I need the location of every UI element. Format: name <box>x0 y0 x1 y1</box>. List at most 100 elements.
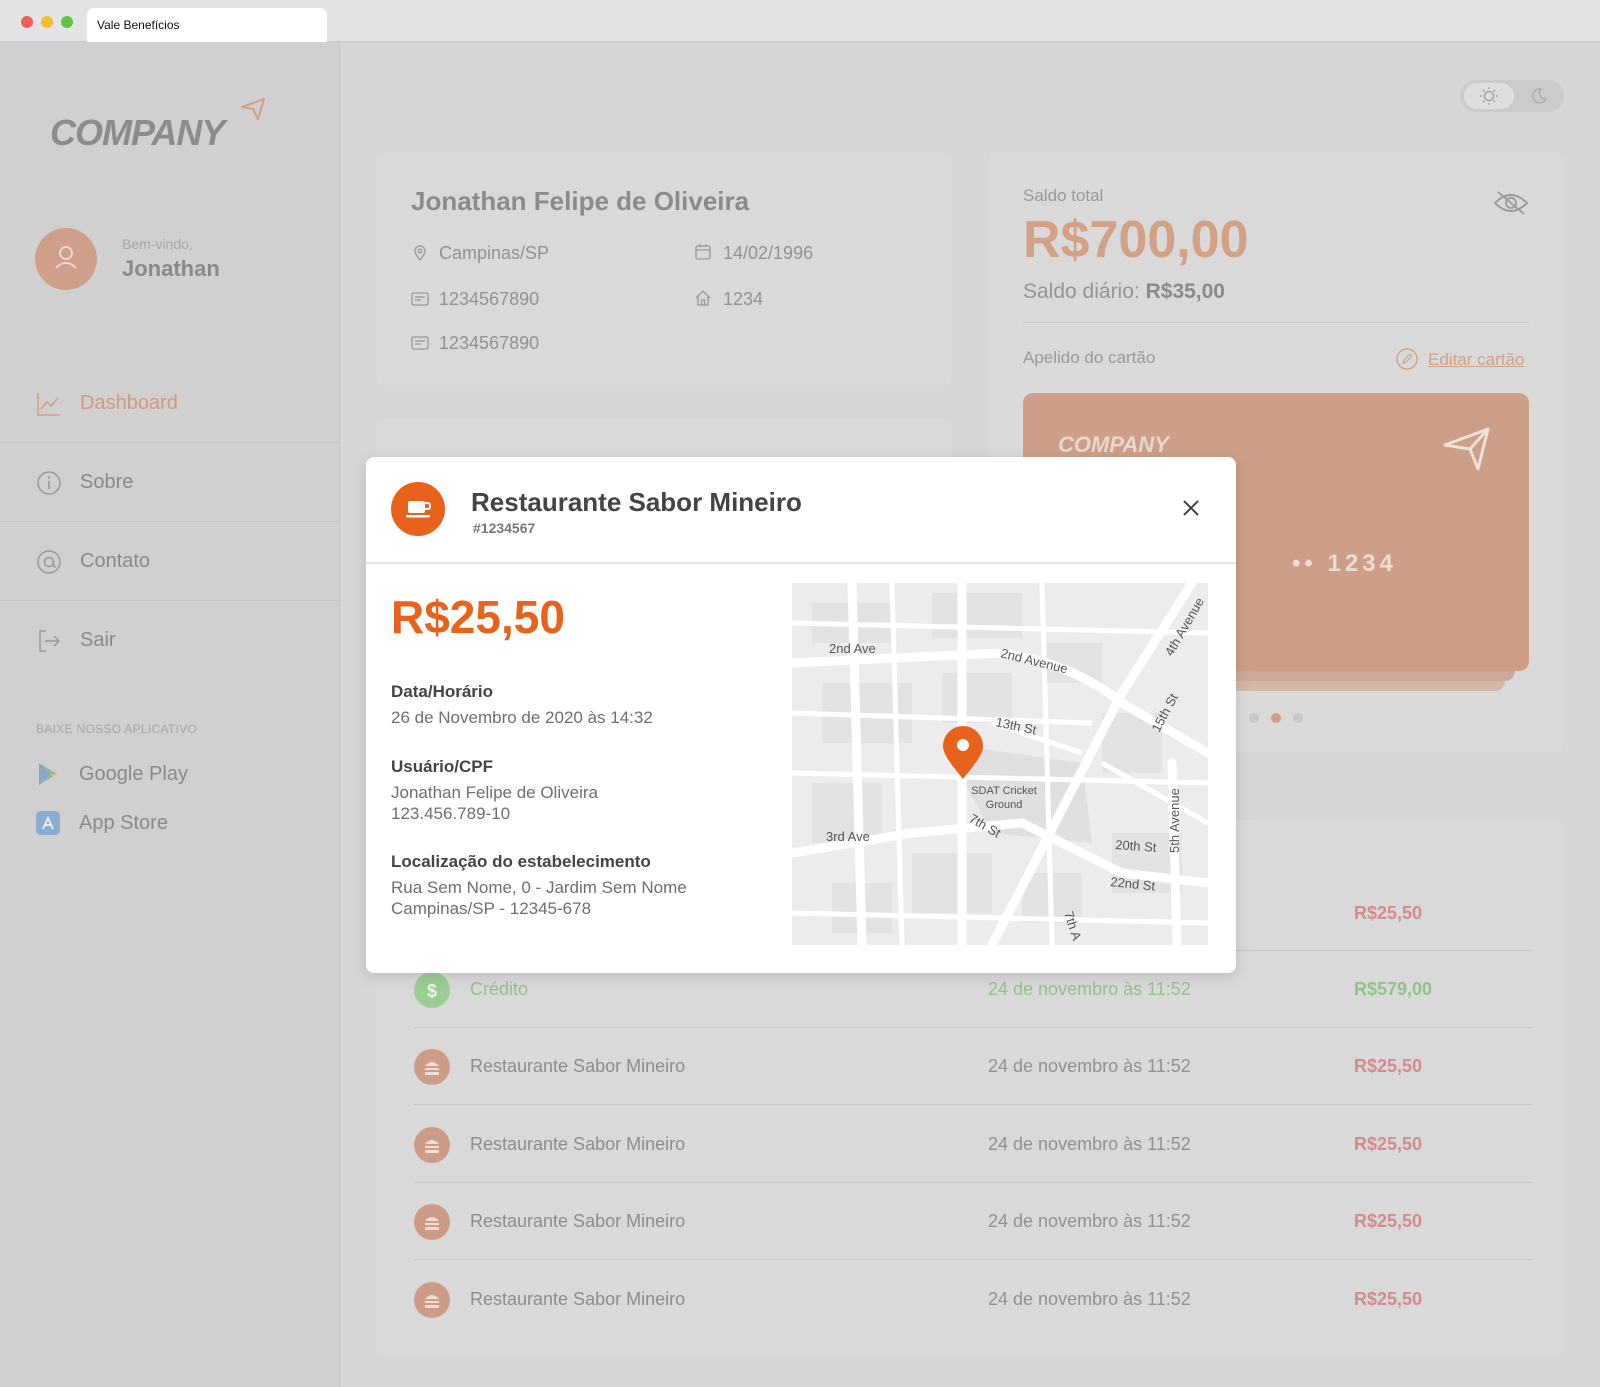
balance-divider <box>1023 322 1529 323</box>
card-number: •• 1234 <box>1292 550 1397 577</box>
coffee-cup-icon <box>391 482 445 536</box>
avatar[interactable] <box>35 228 97 290</box>
total-balance-value: R$700,00 <box>1023 211 1249 269</box>
svg-text:$: $ <box>427 981 437 1001</box>
pencil-icon[interactable] <box>1396 348 1418 370</box>
modal-title: Restaurante Sabor Mineiro <box>471 487 802 517</box>
map-street-label: 2nd Ave <box>829 641 876 656</box>
card-logo: COMPANY <box>1058 432 1169 457</box>
moon-icon[interactable] <box>1530 87 1548 105</box>
user-cpf-label: Usuário/CPF <box>391 757 494 776</box>
at-icon <box>37 550 61 574</box>
burger-icon <box>414 1282 450 1318</box>
location-map[interactable]: 2nd Ave 2nd Avenue 4th Avenue 13th St 15… <box>792 583 1208 945</box>
paper-plane-icon <box>1443 427 1490 471</box>
table-row[interactable]: Restaurante Sabor Mineiro 24 de novembro… <box>414 1184 1532 1260</box>
welcome-user-name: Jonathan <box>122 256 220 281</box>
calendar-icon <box>695 244 711 260</box>
app-store-label: App Store <box>79 812 168 834</box>
card-nickname-label: Apelido do cartão <box>1023 348 1156 367</box>
transaction-name: Crédito <box>470 979 529 999</box>
google-play-label: Google Play <box>79 763 188 785</box>
logout-icon <box>39 630 61 652</box>
profile-city: Campinas/SP <box>439 243 550 263</box>
nav-item-dashboard[interactable]: Dashboard <box>0 364 340 443</box>
dollar-icon: $ <box>414 972 450 1008</box>
modal-transaction-id: #1234567 <box>473 520 536 536</box>
carousel-dot[interactable] <box>1293 713 1303 723</box>
nav-item-sair[interactable]: Sair <box>0 601 340 680</box>
map-place-label: Ground <box>986 799 1023 811</box>
carousel-dot-active[interactable] <box>1271 713 1281 723</box>
burger-icon <box>414 1049 450 1085</box>
info-icon <box>37 471 61 495</box>
google-play-link[interactable]: Google Play <box>36 760 296 790</box>
nav-item-contato[interactable]: Contato <box>0 522 340 601</box>
welcome-text: Bem-vindo, <box>122 236 193 252</box>
transaction-date: 24 de novembro às 11:52 <box>988 1056 1191 1076</box>
transaction-date: 24 de novembro às 11:52 <box>988 1289 1191 1309</box>
profile-number: 1234 <box>723 289 764 309</box>
nav-item-label: Sair <box>80 629 116 651</box>
sidebar: COMPANY Bem-vindo, Jonathan Dashboard So… <box>0 42 340 1387</box>
transaction-detail-modal: Restaurante Sabor Mineiro #1234567 R$25,… <box>366 457 1236 973</box>
user-icon <box>55 246 77 269</box>
transaction-amount: R$25,50 <box>1354 1056 1423 1076</box>
daily-balance-label: Saldo diário: <box>1023 280 1140 303</box>
daily-balance-value: R$35,00 <box>1145 280 1225 303</box>
browser-tab[interactable]: Vale Benefícios <box>87 8 327 42</box>
nav-item-label: Sobre <box>80 471 134 493</box>
id-card-icon <box>411 292 429 306</box>
nav-item-label: Contato <box>80 550 151 572</box>
transaction-name: Restaurante Sabor Mineiro <box>470 1134 686 1154</box>
transaction-name: Restaurante Sabor Mineiro <box>470 1289 686 1309</box>
datetime-value: 26 de Novembro de 2020 às 14:32 <box>391 708 653 727</box>
map-canvas: 2nd Ave 2nd Avenue 4th Avenue 13th St 15… <box>792 583 1208 945</box>
datetime-label: Data/Horário <box>391 682 494 701</box>
table-row[interactable]: Restaurante Sabor Mineiro 24 de novembro… <box>414 1029 1532 1105</box>
map-place-label: SDAT Cricket <box>971 785 1037 797</box>
app-store-icon <box>36 811 60 835</box>
profile-name: Jonathan Felipe de Oliveira <box>411 186 750 216</box>
google-play-icon <box>39 763 57 785</box>
transaction-amount: R$25,50 <box>1354 1289 1423 1309</box>
transaction-amount: R$579,00 <box>1354 979 1433 999</box>
app-store-link[interactable]: App Store <box>36 809 296 839</box>
profile-document-2: 1234567890 <box>439 333 540 353</box>
light-mode-button[interactable] <box>1464 83 1514 109</box>
address-line-2: Campinas/SP - 12345-678 <box>391 899 592 918</box>
table-row[interactable]: Restaurante Sabor Mineiro 24 de novembro… <box>414 1262 1532 1338</box>
transaction-amount: R$25,50 <box>1354 1211 1423 1231</box>
chart-line-icon <box>37 393 60 416</box>
user-cpf-value: 123.456.789-10 <box>391 804 511 823</box>
location-label: Localização do estabelecimento <box>391 852 651 871</box>
transaction-name: Restaurante Sabor Mineiro <box>470 1211 686 1231</box>
edit-card-link[interactable]: Editar cartão <box>1428 350 1524 370</box>
modal-divider <box>366 562 1236 564</box>
nav-item-label: Dashboard <box>80 392 178 414</box>
map-street-label: 3rd Ave <box>826 829 870 844</box>
close-icon[interactable] <box>1180 497 1202 519</box>
nav-item-sobre[interactable]: Sobre <box>0 443 340 522</box>
map-street-label: 5th Avenue <box>1167 788 1182 853</box>
map-street-label: 20th St <box>1115 837 1158 855</box>
location-pin-icon <box>414 245 426 262</box>
eye-off-icon[interactable] <box>1493 189 1529 217</box>
address-line-1: Rua Sem Nome, 0 - Jardim Sem Nome <box>391 878 687 897</box>
sun-icon <box>1480 87 1498 105</box>
paper-plane-icon <box>241 98 265 120</box>
browser-chrome: Vale Benefícios <box>0 0 1600 42</box>
transaction-date: 24 de novembro às 11:52 <box>988 1134 1191 1154</box>
transaction-date: 24 de novembro às 11:52 <box>988 1211 1191 1231</box>
table-row[interactable]: Restaurante Sabor Mineiro 24 de novembro… <box>414 1107 1532 1183</box>
theme-toggle[interactable] <box>1460 80 1564 112</box>
close-window-button[interactable] <box>21 16 33 28</box>
burger-icon <box>414 1127 450 1163</box>
total-balance-label: Saldo total <box>1023 186 1104 205</box>
home-icon <box>695 290 711 306</box>
profile-document: 1234567890 <box>439 289 540 309</box>
carousel-dot[interactable] <box>1249 713 1259 723</box>
maximize-window-button[interactable] <box>61 16 73 28</box>
user-name-value: Jonathan Felipe de Oliveira <box>391 783 598 802</box>
minimize-window-button[interactable] <box>41 16 53 28</box>
